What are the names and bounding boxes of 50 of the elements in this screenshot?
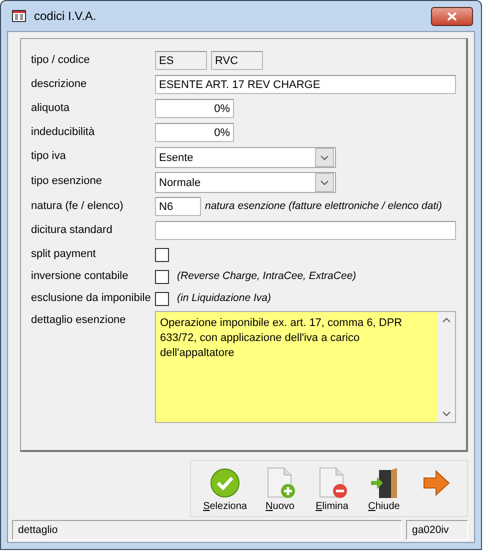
field-label: inversione contabile xyxy=(31,269,130,282)
delete-document-icon xyxy=(317,467,347,499)
code-field: RVC xyxy=(211,51,263,70)
code-field[interactable]: N6 xyxy=(155,197,201,216)
note: natura esenzione (fatture elettroniche / elenco dati) xyxy=(204,199,442,212)
new-document-icon xyxy=(265,467,295,499)
status-text: ga020iv xyxy=(406,520,468,540)
door-icon xyxy=(369,467,399,499)
field-label: descrizione xyxy=(31,77,88,90)
field-label: tipo esenzione xyxy=(31,174,103,187)
status-text: dettaglio xyxy=(12,520,402,540)
note: (in Liquidazione Iva) xyxy=(176,291,271,304)
window-title: codici I.V.A. xyxy=(34,9,98,23)
field-label: indeducibilità xyxy=(31,125,96,138)
dropdown-button[interactable] xyxy=(315,173,334,192)
dropdown-button[interactable] xyxy=(315,148,334,167)
scrollbar[interactable] xyxy=(437,312,455,422)
arrow-right-icon xyxy=(421,467,451,499)
field-label: dicitura standard xyxy=(31,223,114,236)
memo-field[interactable]: Operazione imponibile ex. art. 17, comma 6, DPR 633/72, con applicazione dell'iva a carico dell'appaltatore xyxy=(155,311,456,423)
toolbar-button[interactable]: Seleziona xyxy=(199,467,251,512)
field-label: aliquota xyxy=(31,101,71,114)
checkbox[interactable] xyxy=(155,248,169,262)
code-field: ES xyxy=(155,51,207,70)
field-label: natura (fe / elenco) xyxy=(31,199,124,212)
toolbar-button[interactable]: Chiude xyxy=(361,467,407,512)
close-button[interactable] xyxy=(431,6,473,26)
close-icon xyxy=(447,12,457,20)
checkbox[interactable] xyxy=(155,270,169,284)
chevron-up-icon xyxy=(442,317,450,323)
field-label: tipo iva xyxy=(31,149,67,162)
chevron-down-icon xyxy=(320,180,329,186)
form-icon xyxy=(12,10,26,22)
dropdown[interactable]: Esente xyxy=(155,147,336,168)
percent-field[interactable]: 0% xyxy=(155,99,234,118)
field-label: split payment xyxy=(31,247,97,260)
note: (Reverse Charge, IntraCee, ExtraCee) xyxy=(176,269,356,282)
toolbar-button[interactable]: Nuovo xyxy=(257,467,303,512)
text-field[interactable] xyxy=(155,221,456,240)
text-field[interactable]: ESENTE ART. 17 REV CHARGE xyxy=(155,75,456,94)
field-label: esclusione da imponibile xyxy=(31,291,152,304)
field-label: tipo / codice xyxy=(31,53,91,66)
field-label: dettaglio esenzione xyxy=(31,313,127,326)
chevron-down-icon xyxy=(320,154,329,160)
checkbox[interactable] xyxy=(155,292,169,306)
chevron-down-icon xyxy=(442,411,450,417)
check-icon xyxy=(210,467,240,499)
percent-field[interactable]: 0% xyxy=(155,123,234,142)
toolbar-button[interactable]: Elimina xyxy=(309,467,355,512)
dropdown[interactable]: Normale xyxy=(155,172,336,193)
